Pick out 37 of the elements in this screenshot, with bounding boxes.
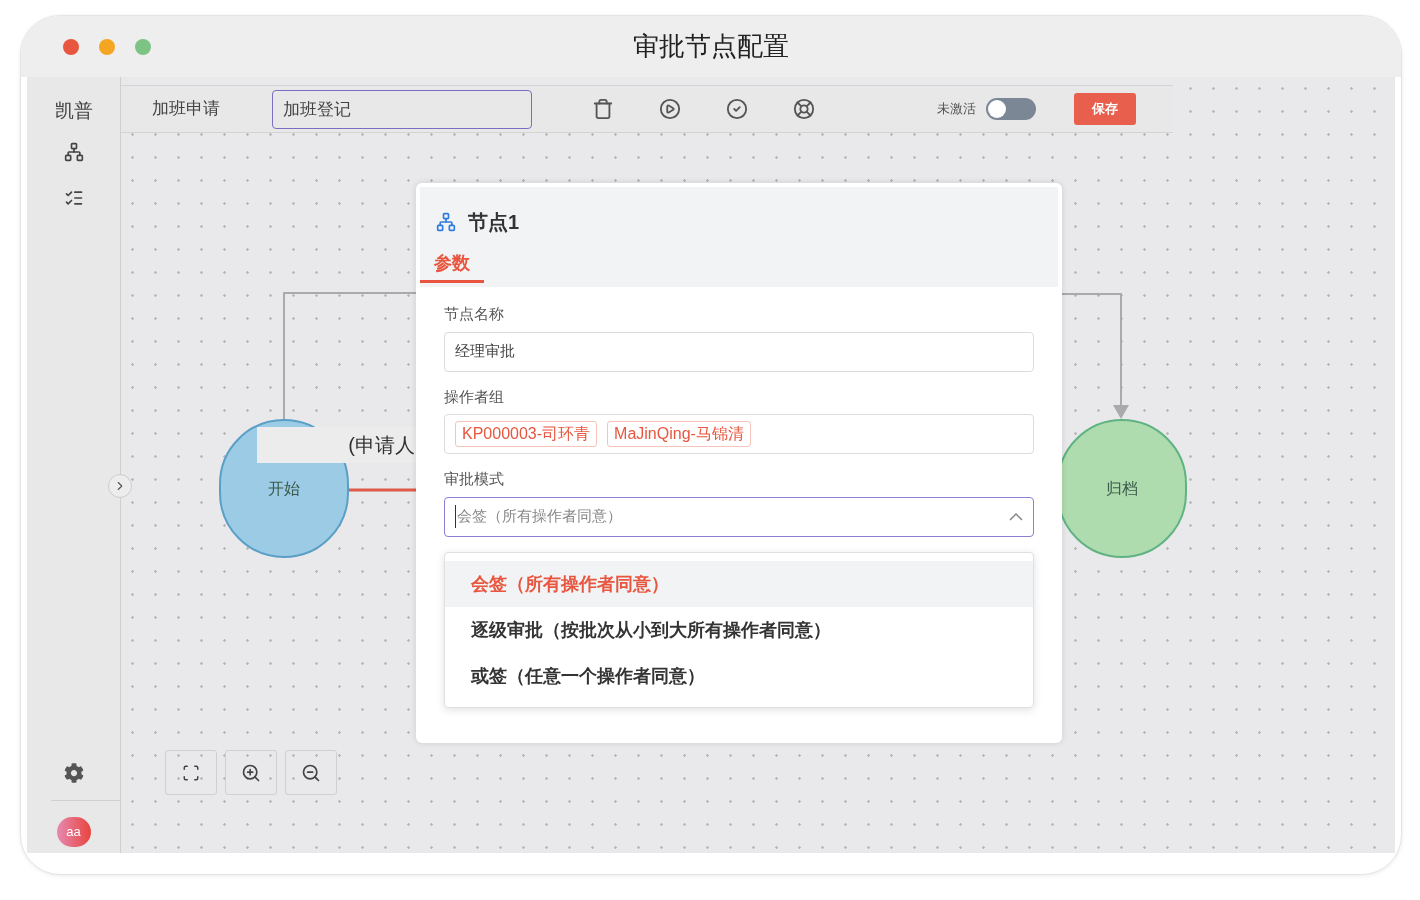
network-icon <box>436 212 456 232</box>
zoom-out-button[interactable] <box>285 750 337 795</box>
field-label: 审批模式 <box>444 469 504 489</box>
active-toggle[interactable] <box>986 98 1036 120</box>
process-name: 加班申请 <box>152 98 221 121</box>
brand-name: 凯普 <box>54 99 93 123</box>
select-field[interactable]: 会签（所有操作者同意） <box>444 496 1034 537</box>
field-label: 节点名称 <box>444 304 504 324</box>
dropdown-option[interactable]: 或签（任意一个操作者同意） <box>445 653 1033 699</box>
zoom-in-icon <box>241 762 261 783</box>
zoom-out-icon <box>301 762 321 783</box>
window-title: 审批节点配置 <box>633 30 789 63</box>
play-icon[interactable] <box>659 98 681 120</box>
user-avatar[interactable]: aa <box>56 817 91 847</box>
settings-icon[interactable] <box>63 763 84 783</box>
select-search-input[interactable]: 会签（所有操作者同意） <box>455 505 1009 528</box>
status-label: 未激活 <box>937 100 976 119</box>
operator-tag: KP000003-司环青 <box>455 421 598 447</box>
save-button[interactable]: 保存 <box>1074 93 1136 125</box>
panel-tab[interactable]: 参数 <box>420 247 484 283</box>
edge-label: (申请人 <box>257 427 417 463</box>
dropdown-option[interactable]: 逐级审批（按批次从小到大所有操作者同意） <box>445 607 1033 653</box>
zoom-in-button[interactable] <box>225 750 277 795</box>
delete-icon[interactable] <box>592 98 614 120</box>
chevron-up-icon <box>1009 512 1023 521</box>
panel-title: 节点1 <box>468 210 520 235</box>
name-input-field[interactable]: 加班登记 <box>272 89 532 129</box>
network-icon[interactable] <box>63 141 84 162</box>
tag-input-field[interactable]: KP000003-司环青 MaJinQing-马锦清 <box>444 414 1034 454</box>
operator-tag: MaJinQing-马锦清 <box>607 421 751 447</box>
dropdown-option[interactable]: 会签（所有操作者同意） <box>445 561 1033 607</box>
input-field[interactable]: 经理审批 <box>444 331 1034 372</box>
lifebuoy-icon[interactable] <box>793 98 815 120</box>
expand-button[interactable] <box>108 474 132 498</box>
fullscreen-icon <box>182 763 200 782</box>
field-label: 操作者组 <box>444 386 504 407</box>
check-circle-icon[interactable] <box>726 98 748 120</box>
